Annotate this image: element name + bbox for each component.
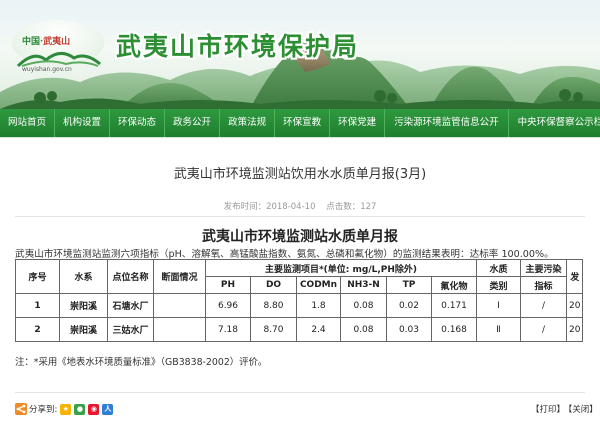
nav-item-news[interactable]: 环保动态 [110,109,166,137]
cell-system: 崇阳溪 [59,317,108,342]
nav-item-pollution-info[interactable]: 污染源环境监管信息公开 [385,109,509,137]
header-banner: 中国·武夷山 wuyishan.gov.cn 武夷山市环境保护局 [0,0,600,109]
cell-do: 8.70 [250,317,297,342]
cell-seq: 1 [15,293,60,318]
article-title: 武夷山市环境监测站饮用水水质单月报(3月) [173,167,427,182]
share-label: 分享到: [29,405,58,415]
header-param-nh3n: NH3-N [340,276,387,294]
footnote: 注：*采用《地表水环境质量标准》（GB3838-2002）评价。 [15,357,268,368]
header-flow: 断面情况 [153,259,206,294]
nav-item-education[interactable]: 环保宣教 [275,109,331,137]
renren-icon[interactable]: 人 [102,403,114,415]
cell-extra: 20 [565,317,584,342]
nav-item-party[interactable]: 环保党建 [330,109,386,137]
table-row: 1 崇阳溪 石塘水厂 6.96 8.80 1.8 0.08 0.02 0.171… [15,293,584,318]
cell-fluoride: 0.171 [431,293,477,318]
wechat-icon[interactable]: ● [74,403,86,415]
header-param-codmn: CODMn [296,276,341,294]
cell-nh3n: 0.08 [340,317,387,342]
print-button[interactable]: 【打印】 [531,405,565,415]
header-pollution-sub: 指标 [520,276,567,294]
cell-flow [153,293,206,318]
logo-domain: wuyishan.gov.cn [22,66,72,73]
site-title: 武夷山市环境保护局 [116,32,360,61]
nav-item-inspection-board[interactable]: 中央环保督察公示栏 [509,109,600,137]
share-bar: 分享到: ★ ● ◉ 人 [15,403,114,415]
water-quality-table: 序号 水系 点位名称 断面情况 主要监测项目*(单位: mg/L,PH除外) 水… [15,259,584,342]
cell-codmn: 1.8 [296,293,341,318]
cell-pollution: / [520,317,567,342]
view-count: 点击数：127 [326,202,377,212]
header-param-ph: PH [205,276,251,294]
header-param-fluoride: 氟化物 [431,276,477,294]
main-nav: 网站首页 机构设置 环保动态 政务公开 政策法规 环保宣教 环保党建 污染源环境… [0,109,600,137]
cell-tp: 0.02 [386,293,432,318]
nav-item-home[interactable]: 网站首页 [0,109,56,137]
cell-seq: 2 [15,317,60,342]
cell-flow [153,317,206,342]
divider [15,216,585,217]
cell-system: 崇阳溪 [59,293,108,318]
cell-site: 石塘水厂 [107,293,154,318]
close-button[interactable]: 【关闭】 [568,405,598,415]
weibo-icon[interactable]: ◉ [88,403,100,415]
header-system: 水系 [59,259,108,294]
nav-item-organization[interactable]: 机构设置 [55,109,111,137]
cell-quality: Ⅰ [476,293,521,318]
header-quality: 水质 [476,259,521,277]
cell-tp: 0.03 [386,317,432,342]
nav-item-gov-affairs[interactable]: 政务公开 [165,109,221,137]
header-main-items: 主要监测项目*(单位: mg/L,PH除外) [205,259,477,277]
article-meta: 发布时间：2018-04-10 点击数：127 [0,200,600,212]
header-param-do: DO [250,276,297,294]
cell-ph: 6.96 [205,293,251,318]
cell-codmn: 2.4 [296,317,341,342]
publish-date: 发布时间：2018-04-10 [223,202,316,212]
cell-site: 三姑水厂 [107,317,154,342]
header-quality-sub: 类别 [476,276,521,294]
nav-item-policies[interactable]: 政策法规 [220,109,276,137]
logo[interactable]: 中国·武夷山 [6,10,111,68]
table-row: 2 崇阳溪 三姑水厂 7.18 8.70 2.4 0.08 0.03 0.168… [15,317,584,342]
cell-pollution: / [520,293,567,318]
cell-extra: 20 [565,293,584,318]
doc-title: 武夷山市环境监测站水质单月报 [202,229,398,245]
share-icon [15,403,27,415]
header-seq: 序号 [15,259,60,294]
intro-text: 武夷山市环境监测站监测六项指标（pH、溶解氧、高锰酸盐指数、氨氮、总磷和氟化物）… [15,249,554,260]
header-extra: 发 [565,259,584,294]
header-pollution: 主要污染 [520,259,567,277]
cell-quality: Ⅱ [476,317,521,342]
divider [15,392,585,393]
cell-fluoride: 0.168 [431,317,477,342]
header-param-tp: TP [386,276,432,294]
cell-ph: 7.18 [205,317,251,342]
header-site: 点位名称 [107,259,154,294]
cell-nh3n: 0.08 [340,293,387,318]
cell-do: 8.80 [250,293,297,318]
article-actions: 【打印】 【关闭】 [528,403,598,415]
qzone-icon[interactable]: ★ [60,403,72,415]
article: 武夷山市环境监测站饮用水水质单月报(3月) 发布时间：2018-04-10 点击… [0,137,600,429]
logo-mountain-icon [16,52,101,68]
